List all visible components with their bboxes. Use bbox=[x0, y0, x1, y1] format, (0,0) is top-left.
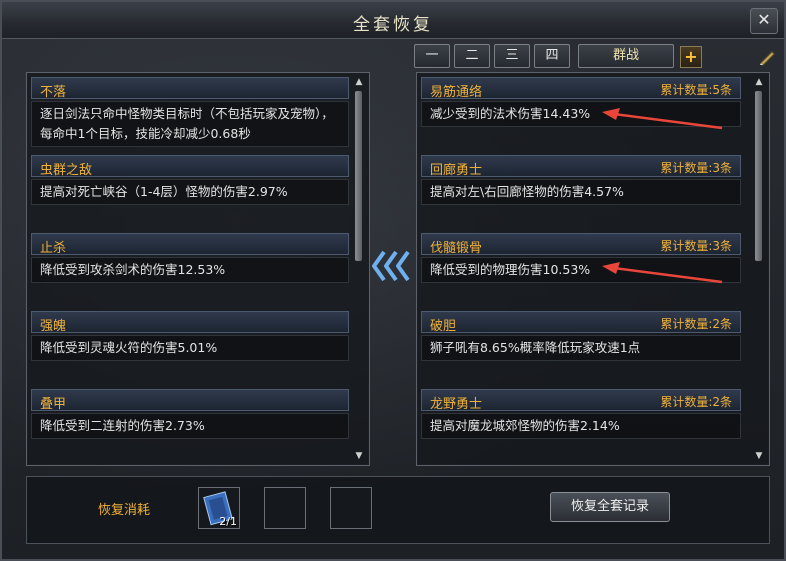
annotation-arrow-1 bbox=[602, 108, 723, 130]
right-entry-2: 回廊勇士 累计数量:3条 提高对左\右回廊怪物的伤害4.57% bbox=[421, 155, 741, 227]
entry-header: 不落 bbox=[31, 77, 349, 100]
entry-count: 累计数量:3条 bbox=[660, 239, 732, 253]
scroll-down-icon[interactable]: ▼ bbox=[353, 451, 365, 461]
entry-count: 累计数量:2条 bbox=[660, 395, 732, 409]
window-title: 全套恢复 bbox=[353, 15, 433, 35]
scroll-up-icon[interactable]: ▲ bbox=[353, 77, 365, 87]
entry-description: 提高对死亡峡谷（1-4层）怪物的伤害2.97% bbox=[31, 179, 349, 205]
chevron-left-triple-icon[interactable] bbox=[370, 248, 414, 284]
scroll-thumb[interactable] bbox=[755, 91, 762, 261]
entry-name: 回廊勇士 bbox=[430, 163, 483, 178]
title-bar[interactable]: 全套恢复 ✕ bbox=[2, 2, 784, 39]
right-entry-4: 破胆 累计数量:2条 狮子吼有8.65%概率降低玩家攻速1点 bbox=[421, 311, 741, 383]
entry-name: 叠甲 bbox=[40, 397, 67, 412]
left-scrollbar[interactable]: ▲ ▼ bbox=[353, 77, 365, 461]
scroll-thumb[interactable] bbox=[355, 91, 362, 261]
entry-header: 叠甲 bbox=[31, 389, 349, 412]
entry-name: 不落 bbox=[40, 85, 67, 100]
entry-header: 龙野勇士 累计数量:2条 bbox=[421, 389, 741, 412]
entry-count: 累计数量:5条 bbox=[660, 83, 732, 97]
tab-3[interactable]: 三 bbox=[494, 44, 530, 68]
tab-group-battle[interactable]: 群战 bbox=[578, 44, 674, 68]
entry-description: 狮子吼有8.65%概率降低玩家攻速1点 bbox=[421, 335, 741, 361]
tab-1[interactable]: 一 bbox=[414, 44, 450, 68]
left-attribute-list[interactable]: 不落 逐日剑法只命中怪物类目标时（不包括玩家及宠物），每命中1个目标，技能冷却减… bbox=[26, 72, 370, 466]
entry-description: 降低受到攻杀剑术的伤害12.53% bbox=[31, 257, 349, 283]
entry-description: 提高对左\右回廊怪物的伤害4.57% bbox=[421, 179, 741, 205]
entry-name: 强魄 bbox=[40, 319, 67, 334]
restore-cost-label: 恢复消耗 bbox=[98, 503, 151, 518]
cost-item-slot-3[interactable] bbox=[330, 487, 372, 529]
entry-name: 易筋通络 bbox=[430, 85, 483, 100]
close-icon: ✕ bbox=[757, 10, 771, 29]
entry-name: 止杀 bbox=[40, 241, 67, 256]
left-entry-3: 止杀 降低受到攻杀剑术的伤害12.53% bbox=[31, 233, 349, 305]
entry-header: 虫群之敌 bbox=[31, 155, 349, 178]
edit-button[interactable] bbox=[758, 48, 776, 66]
left-entry-4: 强魄 降低受到灵魂火符的伤害5.01% bbox=[31, 311, 349, 383]
cost-item-slot-1[interactable]: 2/1 bbox=[198, 487, 240, 529]
close-button[interactable]: ✕ bbox=[750, 8, 778, 34]
left-entry-5: 叠甲 降低受到二连射的伤害2.73% bbox=[31, 389, 349, 461]
scroll-down-icon[interactable]: ▼ bbox=[753, 451, 765, 461]
annotation-arrow-2 bbox=[602, 262, 723, 284]
tab-2[interactable]: 二 bbox=[454, 44, 490, 68]
entry-header: 易筋通络 累计数量:5条 bbox=[421, 77, 741, 100]
cost-item-slot-2[interactable] bbox=[264, 487, 306, 529]
entry-header: 强魄 bbox=[31, 311, 349, 334]
scroll-up-icon[interactable]: ▲ bbox=[753, 77, 765, 87]
entry-header: 止杀 bbox=[31, 233, 349, 256]
right-scrollbar[interactable]: ▲ ▼ bbox=[753, 77, 765, 461]
entry-description: 提高对魔龙城郊怪物的伤害2.14% bbox=[421, 413, 741, 439]
entry-header: 破胆 累计数量:2条 bbox=[421, 311, 741, 334]
entry-name: 龙野勇士 bbox=[430, 397, 483, 412]
item-count: 2/1 bbox=[219, 515, 237, 528]
entry-count: 累计数量:2条 bbox=[660, 317, 732, 331]
entry-count: 累计数量:3条 bbox=[660, 161, 732, 175]
entry-description: 逐日剑法只命中怪物类目标时（不包括玩家及宠物），每命中1个目标，技能冷却减少0.… bbox=[31, 101, 349, 147]
entry-description: 降低受到灵魂火符的伤害5.01% bbox=[31, 335, 349, 361]
entry-name: 虫群之敌 bbox=[40, 163, 93, 178]
entry-name: 伐髓锻骨 bbox=[430, 241, 483, 256]
quill-icon bbox=[760, 51, 775, 66]
full-set-restore-window: 全套恢复 ✕ 一 二 三 四 群战 + 不落 逐日剑法只命中怪物类目标时（不包括… bbox=[0, 0, 786, 561]
entry-header: 伐髓锻骨 累计数量:3条 bbox=[421, 233, 741, 256]
entry-name: 破胆 bbox=[430, 319, 457, 334]
plus-icon: + bbox=[684, 47, 698, 66]
left-entry-1: 不落 逐日剑法只命中怪物类目标时（不包括玩家及宠物），每命中1个目标，技能冷却减… bbox=[31, 77, 349, 149]
restore-history-button[interactable]: 恢复全套记录 bbox=[550, 492, 670, 522]
entry-description: 降低受到二连射的伤害2.73% bbox=[31, 413, 349, 439]
add-button[interactable]: + bbox=[680, 46, 702, 68]
entry-header: 回廊勇士 累计数量:3条 bbox=[421, 155, 741, 178]
tab-4[interactable]: 四 bbox=[534, 44, 570, 68]
left-entry-2: 虫群之敌 提高对死亡峡谷（1-4层）怪物的伤害2.97% bbox=[31, 155, 349, 227]
right-entry-5: 龙野勇士 累计数量:2条 提高对魔龙城郊怪物的伤害2.14% bbox=[421, 389, 741, 461]
